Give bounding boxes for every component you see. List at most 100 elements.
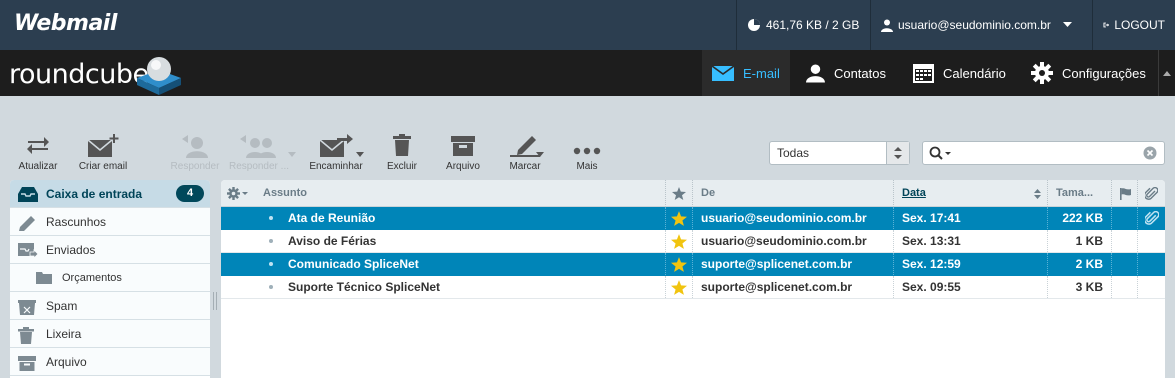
column-subject[interactable]: Assunto bbox=[263, 180, 663, 207]
message-date: Sex. 12:59 bbox=[893, 253, 1047, 275]
folder-list: Caixa de entrada 4 Rascunhos Enviados Or… bbox=[10, 180, 210, 378]
folder-archive[interactable]: Arquivo bbox=[10, 348, 210, 376]
folder-inbox[interactable]: Caixa de entrada 4 bbox=[10, 180, 210, 208]
paperclip-icon bbox=[1143, 186, 1159, 200]
delete-button[interactable]: Excluir bbox=[380, 134, 424, 174]
message-status[interactable] bbox=[1111, 230, 1137, 252]
filter-value: Todas bbox=[777, 146, 810, 160]
column-from[interactable]: De bbox=[692, 180, 893, 207]
forward-label: Encaminhar bbox=[309, 161, 363, 172]
more-dots-icon bbox=[573, 147, 601, 155]
paperclip-icon bbox=[1143, 210, 1160, 225]
logout-label: LOGOUT bbox=[1114, 18, 1165, 32]
folder-label: Lixeira bbox=[46, 326, 82, 341]
trash-icon bbox=[393, 134, 411, 156]
chevron-down-icon bbox=[1062, 22, 1072, 27]
search-icon[interactable] bbox=[929, 146, 953, 161]
pane-splitter[interactable] bbox=[213, 292, 217, 310]
clear-search-icon[interactable] bbox=[1143, 146, 1157, 160]
pencil-icon bbox=[19, 216, 35, 231]
nav-contacts[interactable]: Contatos bbox=[796, 50, 896, 96]
calendar-icon bbox=[913, 63, 934, 83]
reply-all-dropdown-caret[interactable] bbox=[288, 152, 296, 157]
message-flag[interactable] bbox=[665, 230, 692, 252]
archive-button[interactable]: Arquivo bbox=[438, 134, 488, 174]
message-list: Assunto De Data Tama... Ata de Reunião u… bbox=[221, 180, 1165, 378]
compose-button[interactable]: Criar email bbox=[72, 134, 134, 174]
reply-icon bbox=[182, 135, 208, 158]
nav-calendar-label: Calendário bbox=[943, 65, 1006, 81]
nav-settings[interactable]: Configurações bbox=[1021, 50, 1158, 96]
folder-sent[interactable]: Enviados bbox=[10, 236, 210, 264]
folder-spam[interactable]: Spam bbox=[10, 292, 210, 320]
folder-label: Caixa de entrada bbox=[46, 186, 143, 201]
folder-drafts[interactable]: Rascunhos bbox=[10, 208, 210, 236]
folder-label: Spam bbox=[46, 298, 78, 313]
message-flag[interactable] bbox=[665, 253, 692, 275]
column-flag[interactable] bbox=[665, 180, 692, 207]
app-header: roundcube E-mail Contatos Calendário Con… bbox=[0, 50, 1175, 96]
more-label: Mais bbox=[576, 161, 598, 172]
message-subject: Aviso de Férias bbox=[288, 234, 377, 248]
reply-all-button[interactable]: Responder ... bbox=[228, 134, 290, 174]
list-options-button[interactable] bbox=[227, 180, 253, 207]
roundcube-logo-icon bbox=[137, 57, 181, 95]
message-size: 2 KB bbox=[1047, 253, 1111, 275]
sort-icon bbox=[1034, 189, 1041, 199]
archive-icon bbox=[451, 136, 475, 156]
folder-orcamentos[interactable]: Orçamentos bbox=[10, 264, 210, 292]
message-row[interactable]: Comunicado SpliceNet suporte@splicenet.c… bbox=[221, 253, 1165, 276]
message-attachment bbox=[1137, 253, 1165, 275]
message-status[interactable] bbox=[1111, 207, 1137, 229]
more-button[interactable]: Mais bbox=[568, 134, 606, 174]
message-size: 1 KB bbox=[1047, 230, 1111, 252]
reply-all-label: Responder ... bbox=[228, 161, 290, 172]
contacts-icon bbox=[806, 64, 825, 83]
gear-icon bbox=[227, 187, 248, 200]
column-attachment[interactable] bbox=[1137, 180, 1165, 207]
spam-icon bbox=[18, 300, 36, 315]
message-status[interactable] bbox=[1111, 276, 1137, 298]
column-status-flag[interactable] bbox=[1111, 180, 1137, 207]
reply-button[interactable]: Responder bbox=[166, 134, 224, 174]
unread-dot bbox=[269, 262, 273, 266]
star-icon bbox=[671, 257, 687, 272]
message-row[interactable]: Suporte Técnico SpliceNet suporte@splice… bbox=[221, 276, 1165, 299]
column-date[interactable]: Data bbox=[893, 180, 1047, 207]
nav-email[interactable]: E-mail bbox=[702, 50, 790, 96]
message-row[interactable]: Aviso de Férias usuario@seudominio.com.b… bbox=[221, 230, 1165, 253]
unread-dot bbox=[269, 285, 273, 289]
gear-icon bbox=[1031, 62, 1053, 84]
user-menu[interactable]: usuario@seudominio.com.br bbox=[870, 0, 1092, 50]
message-attachment bbox=[1137, 276, 1165, 298]
search-input[interactable] bbox=[922, 141, 1165, 165]
message-flag[interactable] bbox=[665, 276, 692, 298]
logout-button[interactable]: LOGOUT bbox=[1092, 0, 1175, 50]
message-from: usuario@seudominio.com.br bbox=[692, 207, 893, 229]
forward-dropdown-caret[interactable] bbox=[356, 152, 364, 157]
unread-count-badge: 4 bbox=[176, 185, 204, 202]
compose-icon bbox=[87, 134, 119, 157]
message-flag[interactable] bbox=[665, 207, 692, 229]
folder-label: Enviados bbox=[46, 242, 96, 257]
nav-calendar[interactable]: Calendário bbox=[903, 50, 1017, 96]
forward-icon bbox=[319, 134, 353, 157]
message-attachment bbox=[1137, 207, 1165, 229]
unread-dot bbox=[269, 239, 273, 243]
refresh-button[interactable]: Atualizar bbox=[12, 134, 64, 174]
folder-trash[interactable]: Lixeira bbox=[10, 320, 210, 348]
quota-text: 461,76 KB / 2 GB bbox=[766, 18, 860, 32]
column-size[interactable]: Tama... bbox=[1047, 180, 1111, 207]
envelope-icon bbox=[712, 65, 734, 81]
filter-select[interactable]: Todas bbox=[769, 141, 910, 165]
message-status[interactable] bbox=[1111, 253, 1137, 275]
webmail-logo: Webmail bbox=[14, 11, 117, 36]
sent-icon bbox=[18, 243, 38, 258]
mark-dropdown-caret[interactable] bbox=[536, 152, 544, 157]
star-icon bbox=[672, 187, 686, 200]
message-subject: Comunicado SpliceNet bbox=[288, 257, 419, 271]
nav-scroll-button[interactable] bbox=[1158, 50, 1175, 96]
message-row[interactable]: Ata de Reunião usuario@seudominio.com.br… bbox=[221, 207, 1165, 230]
message-subject: Suporte Técnico SpliceNet bbox=[288, 280, 441, 294]
message-size: 222 KB bbox=[1047, 207, 1111, 229]
